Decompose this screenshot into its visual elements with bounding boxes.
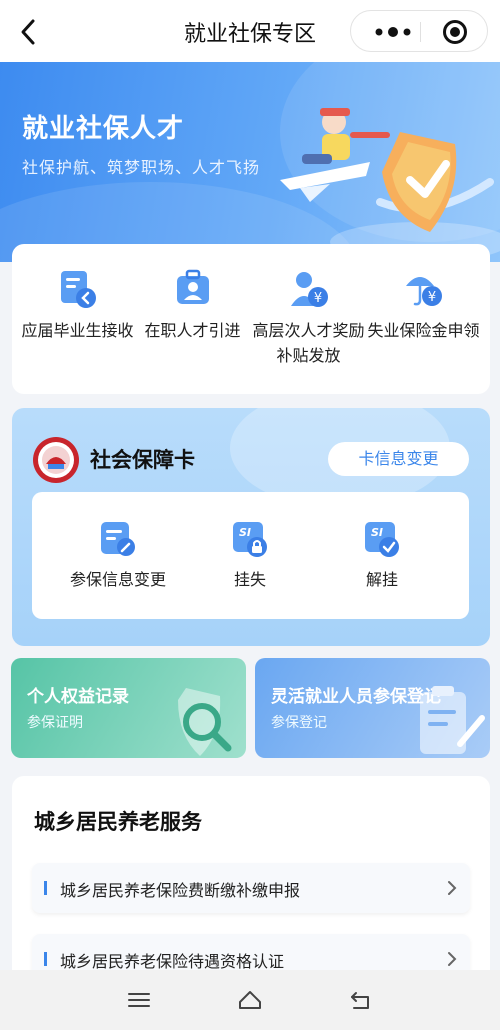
unlock-card-icon: SI [365,522,399,557]
card-info-change-button[interactable]: 卡信息变更 [328,442,469,476]
social-security-title: 社会保障卡 [90,448,195,472]
social-security-emblem-icon [33,437,79,483]
service-label: 失业保险金申领 [367,321,480,340]
row-accent-bar [44,952,47,966]
chevron-right-icon [448,881,457,895]
tile-title: 个人权益记录 [27,687,129,707]
cancel-loss-button[interactable]: SI 解挂 [312,520,452,590]
report-loss-button[interactable]: SI 挂失 [180,520,320,590]
service-unemployment-insurance[interactable]: ¥ 失业保险金申领 [364,268,483,343]
service-label: 应届毕业生接收 [21,321,134,340]
svg-text:SI: SI [371,526,383,539]
top-bar: 就业社保专区 [0,0,500,62]
talent-subsidy-icon: ¥ [290,272,328,307]
service-graduate-receive[interactable]: 应届毕业生接收 [18,268,137,343]
capsule-divider [420,22,421,42]
action-label: 参保信息变更 [69,570,166,589]
hero-banner: 就业社保人才 社保护航、筑梦职场、人才飞扬 [0,62,500,262]
personal-rights-record-tile[interactable]: 个人权益记录 参保证明 [11,658,246,758]
umbrella-yen-icon: ¥ [405,277,442,306]
services-card: 应届毕业生接收 在职人才引进 ¥ 高层次人才奖励补贴发放 ¥ 失业保险金申领 [12,244,490,394]
row-label: 城乡居民养老保险费断缴补缴申报 [60,881,301,900]
social-security-card: 社会保障卡 卡信息变更 参保信息变更 SI 挂失 SI 解挂 [12,408,490,646]
more-dots-icon[interactable] [371,22,415,42]
back-nav-icon[interactable] [348,988,374,1012]
pension-title: 城乡居民养老服务 [34,810,202,834]
service-label: 在职人才引进 [144,321,241,340]
clipboard-pen-icon [420,686,485,754]
close-target-icon[interactable] [443,20,467,44]
menu-icon[interactable] [126,988,152,1012]
home-icon[interactable] [237,988,263,1012]
service-talent-subsidy[interactable]: ¥ 高层次人才奖励补贴发放 [249,268,368,368]
banner-subtitle: 社保护航、筑梦职场、人才飞扬 [22,158,261,177]
mini-program-capsule [350,10,488,52]
service-label: 高层次人才奖励补贴发放 [252,321,365,365]
chevron-right-icon [448,952,457,966]
briefcase-icon [176,269,209,304]
shield-rocket-illustration-icon [280,108,500,262]
banner-title: 就业社保人才 [22,114,185,144]
shield-magnifier-icon [178,688,232,756]
flexible-employment-registration-tile[interactable]: 灵活就业人员参保登记 参保登记 [255,658,490,758]
tile-subtitle: 参保登记 [271,715,327,731]
lock-card-icon: SI [233,522,267,557]
insurance-info-change-button[interactable]: 参保信息变更 [48,520,188,590]
edit-info-icon [101,522,135,556]
svg-text:¥: ¥ [313,291,321,306]
social-security-actions: 参保信息变更 SI 挂失 SI 解挂 [32,492,469,619]
svg-text:SI: SI [239,526,251,539]
graduate-receive-icon [60,271,96,308]
action-label: 解挂 [365,570,398,589]
row-accent-bar [44,881,47,895]
tile-subtitle: 参保证明 [27,715,83,731]
system-navigation-bar [0,970,500,1030]
svg-text:¥: ¥ [427,290,435,305]
pension-row-payment-declaration[interactable]: 城乡居民养老保险费断缴补缴申报 [32,863,470,913]
action-label: 挂失 [233,570,266,589]
pension-services-card: 城乡居民养老服务 城乡居民养老保险费断缴补缴申报 城乡居民养老保险待遇资格认证 [12,776,490,986]
service-talent-introduction[interactable]: 在职人才引进 [133,268,252,343]
row-label: 城乡居民养老保险待遇资格认证 [60,952,285,971]
